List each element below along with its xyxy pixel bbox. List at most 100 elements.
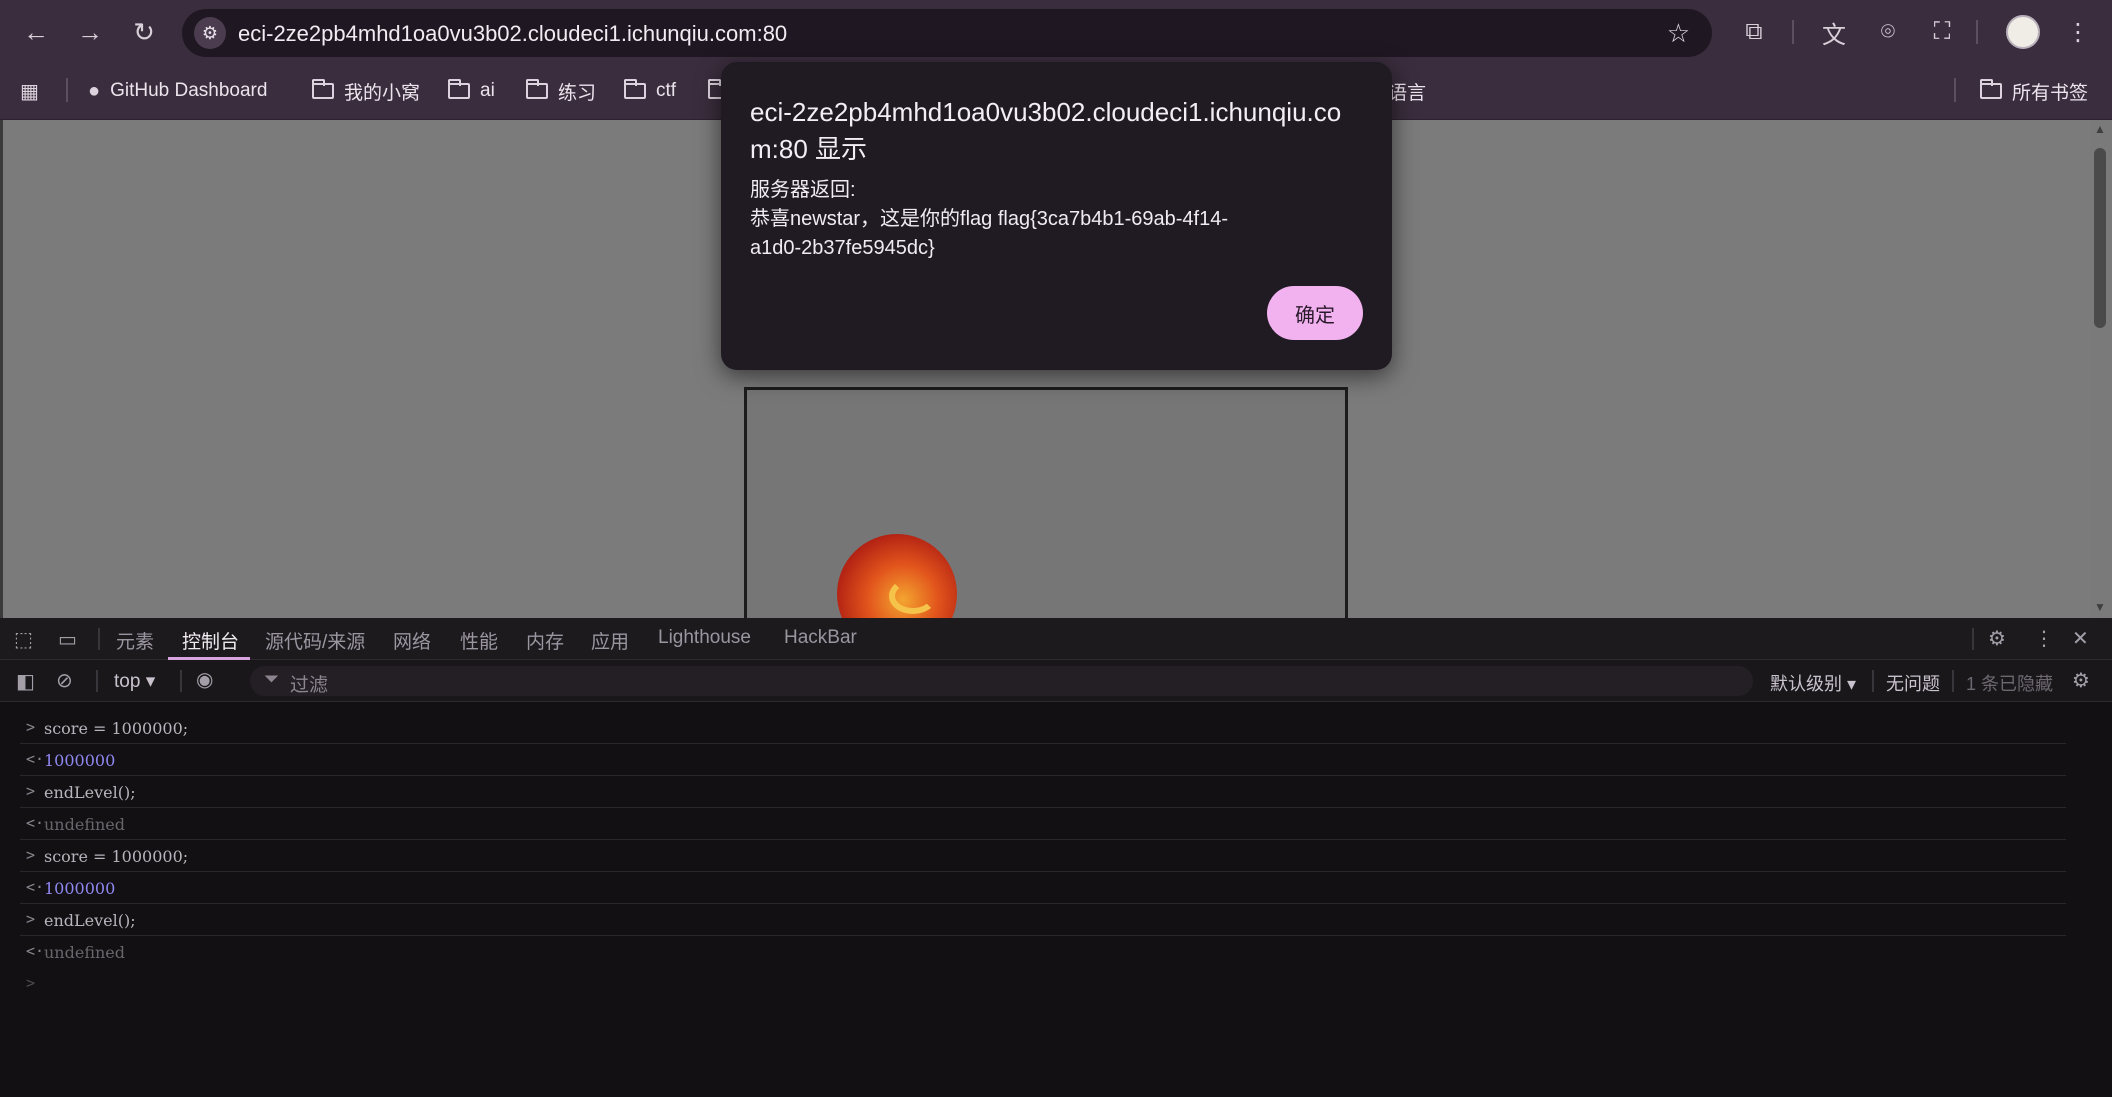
dialog-message: 服务器返回: 恭喜newstar，这是你的flag flag{3ca7b4b1-… bbox=[750, 176, 1350, 263]
tab-divider bbox=[98, 628, 100, 650]
dialog-title: eci-2ze2pb4mhd1oa0vu3b02.cloudeci1.ichun… bbox=[750, 97, 1342, 164]
page-scrollbar-thumb[interactable] bbox=[2094, 148, 2106, 328]
console-code: score = 1000000; bbox=[44, 719, 189, 738]
console-result: 1000000 bbox=[44, 879, 116, 898]
input-chevron-icon: > bbox=[26, 910, 36, 928]
extensions-icon[interactable]: ⧉ bbox=[1736, 14, 1772, 50]
result-chevron-icon: <· bbox=[26, 750, 45, 768]
tab-application[interactable]: 应用 bbox=[591, 627, 629, 654]
lens-icon[interactable]: ⌾ bbox=[1870, 14, 1906, 50]
console-result-row: <· 1000000 bbox=[20, 872, 2066, 904]
page-edge bbox=[0, 120, 3, 618]
tab-performance[interactable]: 性能 bbox=[460, 627, 498, 654]
alert-dialog: eci-2ze2pb4mhd1oa0vu3b02.cloudeci1.ichun… bbox=[721, 62, 1392, 370]
url-text[interactable]: eci-2ze2pb4mhd1oa0vu3b02.cloudeci1.ichun… bbox=[238, 21, 787, 47]
console-result-row: <· 1000000 bbox=[20, 744, 2066, 776]
tab-divider bbox=[1972, 628, 1974, 650]
result-chevron-icon: <· bbox=[26, 942, 45, 960]
all-bookmarks-button[interactable]: 所有书签 bbox=[1980, 76, 2088, 106]
bookmark-label: ctf bbox=[656, 80, 677, 101]
tab-console[interactable]: 控制台 bbox=[182, 627, 239, 654]
console-input-row[interactable]: > score = 1000000; bbox=[20, 840, 2066, 872]
ok-button[interactable]: 确定 bbox=[1267, 286, 1363, 340]
input-chevron-icon: > bbox=[26, 782, 36, 800]
forward-button[interactable]: → bbox=[72, 14, 108, 50]
folder-icon bbox=[526, 79, 548, 99]
bookmarks-divider bbox=[1954, 78, 1956, 102]
toolbar-divider bbox=[96, 670, 98, 692]
toolbar-divider bbox=[1792, 20, 1794, 44]
issues-counter[interactable]: 无问题 bbox=[1886, 670, 1940, 696]
console-settings-gear-icon[interactable]: ⚙ bbox=[2072, 668, 2090, 693]
planet-sprite bbox=[837, 534, 957, 627]
arrow-left-icon: ← bbox=[23, 16, 49, 47]
input-chevron-icon: > bbox=[26, 846, 36, 864]
result-chevron-icon: <· bbox=[26, 878, 45, 896]
more-options-icon[interactable]: ⋮ bbox=[2034, 626, 2054, 651]
game-canvas[interactable] bbox=[744, 387, 1348, 627]
bookmark-folder-ctf[interactable]: ctf bbox=[624, 76, 676, 106]
reload-icon: ↻ bbox=[133, 16, 155, 47]
devtools-tabbar: ⬚ ▭ 元素 控制台 源代码/来源 网络 性能 内存 应用 Lighthouse… bbox=[0, 618, 2112, 660]
tab-hackbar[interactable]: HackBar bbox=[784, 627, 857, 649]
back-button[interactable]: ← bbox=[18, 14, 54, 50]
inspect-element-icon[interactable]: ⬚ bbox=[14, 627, 33, 652]
device-toolbar-icon[interactable]: ▭ bbox=[58, 627, 77, 652]
tab-sources[interactable]: 源代码/来源 bbox=[265, 627, 365, 654]
bookmark-folder-lianxi[interactable]: 练习 bbox=[526, 76, 596, 106]
tab-lighthouse[interactable]: Lighthouse bbox=[658, 627, 751, 649]
clear-console-icon[interactable]: ⊘ bbox=[56, 668, 73, 693]
filter-funnel-icon: ⏷ bbox=[264, 669, 280, 690]
all-bookmarks-label: 所有书签 bbox=[2012, 82, 2089, 104]
console-input-row[interactable]: > score = 1000000; bbox=[20, 712, 2066, 744]
dialog-line: 服务器返回: bbox=[750, 179, 856, 201]
browser-menu-icon[interactable]: ⋮ bbox=[2060, 14, 2096, 50]
console-filter-input[interactable]: ⏷ 过滤 bbox=[250, 666, 1753, 696]
browser-toolbar: ← → ↻ ⚙ eci-2ze2pb4mhd1oa0vu3b02.cloudec… bbox=[0, 0, 2112, 64]
toolbar-divider bbox=[1976, 20, 1978, 44]
address-bar[interactable]: ⚙ eci-2ze2pb4mhd1oa0vu3b02.cloudeci1.ich… bbox=[182, 9, 1712, 57]
tab-elements[interactable]: 元素 bbox=[116, 627, 154, 654]
log-level-dropdown[interactable]: 默认级别 ▾ bbox=[1770, 670, 1856, 696]
translate-icon[interactable]: 文 bbox=[1816, 14, 1852, 50]
tab-memory[interactable]: 内存 bbox=[526, 627, 564, 654]
context-selector[interactable]: top ▾ bbox=[114, 670, 155, 693]
console-prompt[interactable]: > bbox=[26, 974, 35, 992]
bookmark-folder-ai[interactable]: ai bbox=[448, 76, 495, 106]
console-result-row: <· undefined bbox=[20, 936, 2066, 968]
dialog-line: a1d0-2b37fe5945dc} bbox=[750, 237, 935, 259]
toolbar-divider bbox=[180, 670, 182, 692]
console-code: score = 1000000; bbox=[44, 847, 189, 866]
profile-avatar[interactable] bbox=[2006, 15, 2040, 49]
bookmarks-divider bbox=[66, 78, 68, 102]
bookmark-folder-yuyan[interactable]: 语言 bbox=[1388, 76, 1426, 106]
bookmark-star-icon[interactable]: ☆ bbox=[1667, 18, 1690, 49]
scroll-up-arrow-icon[interactable]: ▲ bbox=[2094, 122, 2106, 136]
tab-network[interactable]: 网络 bbox=[393, 627, 431, 654]
bookmark-label: ai bbox=[480, 80, 495, 101]
folder-icon bbox=[624, 79, 646, 99]
sidebar-toggle-icon[interactable]: ◧ bbox=[16, 669, 35, 694]
apps-button[interactable]: ▦ bbox=[20, 76, 49, 106]
console-result: undefined bbox=[44, 815, 126, 834]
console-result: undefined bbox=[44, 943, 126, 962]
toolbar-divider bbox=[1872, 670, 1874, 692]
incognito-icon[interactable]: ⛶ bbox=[1924, 14, 1960, 50]
folder-icon bbox=[448, 79, 470, 99]
console-input-row[interactable]: > endLevel(); bbox=[20, 904, 2066, 936]
bookmark-label: 我的小窝 bbox=[344, 82, 421, 104]
site-info-icon[interactable]: ⚙ bbox=[194, 17, 226, 49]
console-result-row: <· undefined bbox=[20, 808, 2066, 840]
live-expression-eye-icon[interactable]: ◉ bbox=[196, 667, 213, 692]
console-toolbar: ◧ ⊘ top ▾ ◉ ⏷ 过滤 默认级别 ▾ 无问题 1 条已隐藏 ⚙ bbox=[0, 660, 2112, 702]
folder-icon bbox=[312, 79, 334, 99]
settings-gear-icon[interactable]: ⚙ bbox=[1988, 626, 2006, 651]
console-input-row[interactable]: > endLevel(); bbox=[20, 776, 2066, 808]
close-icon[interactable]: ✕ bbox=[2072, 626, 2089, 651]
bookmark-label: 语言 bbox=[1388, 82, 1427, 104]
reload-button[interactable]: ↻ bbox=[126, 14, 162, 50]
scroll-down-arrow-icon[interactable]: ▼ bbox=[2094, 600, 2106, 614]
apps-grid-icon: ▦ bbox=[20, 80, 39, 103]
bookmark-folder-wodexiaowo[interactable]: 我的小窝 bbox=[312, 76, 420, 106]
bookmark-github-dashboard[interactable]: ● GitHub Dashboard bbox=[88, 76, 267, 106]
